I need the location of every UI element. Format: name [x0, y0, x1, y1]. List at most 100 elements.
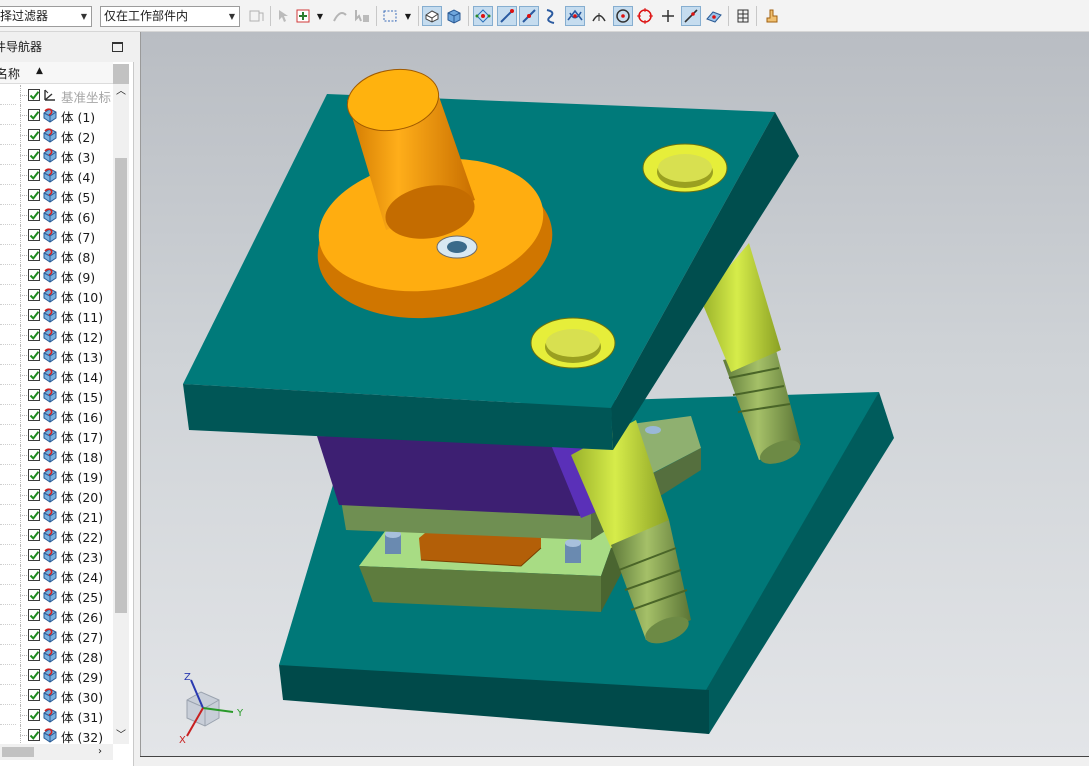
visibility-checkbox[interactable]	[28, 669, 40, 681]
visibility-checkbox[interactable]	[28, 389, 40, 401]
visibility-checkbox[interactable]	[28, 149, 40, 161]
select-tangent-button[interactable]	[330, 6, 350, 26]
selection-intent-button[interactable]	[294, 6, 314, 26]
maximize-icon[interactable]	[112, 42, 123, 52]
rectangle-select-button[interactable]	[380, 6, 400, 26]
visibility-checkbox[interactable]	[28, 369, 40, 381]
rectangle-select-dropdown[interactable]: ▼	[402, 6, 414, 26]
existing-point-button[interactable]	[658, 6, 678, 26]
tree-row[interactable]: 体 (21)	[0, 505, 112, 525]
select-features-button[interactable]	[352, 6, 372, 26]
visibility-checkbox[interactable]	[28, 609, 40, 621]
tree-row[interactable]: 体 (24)	[0, 565, 112, 585]
scroll-right-icon[interactable]: ›	[98, 744, 102, 760]
visibility-checkbox[interactable]	[28, 269, 40, 281]
tree-row[interactable]: 体 (5)	[0, 185, 112, 205]
visibility-checkbox[interactable]	[28, 629, 40, 641]
tree-row[interactable]: 体 (10)	[0, 285, 112, 305]
visibility-checkbox[interactable]	[28, 189, 40, 201]
visibility-checkbox[interactable]	[28, 429, 40, 441]
scrollbar-thumb[interactable]	[115, 158, 127, 613]
tree-row[interactable]: 体 (3)	[0, 145, 112, 165]
tree-row[interactable]: 体 (20)	[0, 485, 112, 505]
guide-pin-left[interactable]	[385, 530, 401, 554]
visibility-checkbox[interactable]	[28, 549, 40, 561]
visibility-checkbox[interactable]	[28, 169, 40, 181]
quickpick-button[interactable]	[762, 6, 782, 26]
tree-row[interactable]: 体 (14)	[0, 365, 112, 385]
visibility-checkbox[interactable]	[28, 109, 40, 121]
guide-bushing-front[interactable]	[530, 317, 616, 369]
visibility-checkbox[interactable]	[28, 689, 40, 701]
tree-row[interactable]: 体 (19)	[0, 465, 112, 485]
tree-row[interactable]: 体 (27)	[0, 625, 112, 645]
visibility-checkbox[interactable]	[28, 649, 40, 661]
point-on-face-button[interactable]	[704, 6, 724, 26]
tree-row[interactable]: 体 (22)	[0, 525, 112, 545]
point-filter-button[interactable]	[733, 6, 753, 26]
selection-intent-dropdown[interactable]: ▼	[314, 6, 326, 26]
type-filter-dropdown[interactable]: 择过滤器 ▼	[0, 6, 92, 27]
tree-row[interactable]: 体 (4)	[0, 165, 112, 185]
tree-row[interactable]: 体 (18)	[0, 445, 112, 465]
mid-point-button[interactable]	[519, 6, 539, 26]
tree-row[interactable]: 体 (11)	[0, 305, 112, 325]
visibility-checkbox[interactable]	[28, 249, 40, 261]
point-on-curve-button[interactable]	[681, 6, 701, 26]
intersection-point-button[interactable]	[565, 6, 585, 26]
tree-row[interactable]: 体 (17)	[0, 425, 112, 445]
scroll-up-icon[interactable]: ︿	[113, 84, 129, 100]
control-point-button[interactable]	[541, 6, 561, 26]
view-triad[interactable]: Z Y X	[179, 672, 244, 746]
filter-settings-button[interactable]	[246, 6, 266, 26]
visibility-checkbox[interactable]	[28, 89, 40, 101]
visibility-checkbox[interactable]	[28, 729, 40, 741]
visibility-checkbox[interactable]	[28, 449, 40, 461]
visibility-checkbox[interactable]	[28, 469, 40, 481]
tree-row[interactable]: 体 (7)	[0, 225, 112, 245]
circle-center-button[interactable]	[613, 6, 633, 26]
solid-body-button[interactable]	[444, 6, 464, 26]
scrollbar-thumb[interactable]	[2, 747, 34, 757]
tree-row[interactable]: 体 (15)	[0, 385, 112, 405]
visibility-checkbox[interactable]	[28, 509, 40, 521]
tree-row[interactable]: 体 (29)	[0, 665, 112, 685]
tree-row[interactable]: 体 (12)	[0, 325, 112, 345]
visibility-checkbox[interactable]	[28, 489, 40, 501]
visibility-checkbox[interactable]	[28, 309, 40, 321]
tree-row[interactable]: 体 (9)	[0, 265, 112, 285]
tree-row[interactable]: 体 (25)	[0, 585, 112, 605]
tree-row[interactable]: 体 (16)	[0, 405, 112, 425]
visibility-checkbox[interactable]	[28, 409, 40, 421]
guide-pin-right[interactable]	[565, 539, 581, 563]
tree-row[interactable]: 体 (31)	[0, 705, 112, 725]
tree-row[interactable]: 体 (8)	[0, 245, 112, 265]
deselect-button[interactable]	[274, 6, 294, 26]
tree-row[interactable]: 体 (2)	[0, 125, 112, 145]
visibility-checkbox[interactable]	[28, 709, 40, 721]
visibility-checkbox[interactable]	[28, 569, 40, 581]
visibility-checkbox[interactable]	[28, 329, 40, 341]
tree-row[interactable]: 体 (1)	[0, 105, 112, 125]
visibility-checkbox[interactable]	[28, 129, 40, 141]
visibility-checkbox[interactable]	[28, 349, 40, 361]
quadrant-point-button[interactable]	[635, 6, 655, 26]
tree-row[interactable]: 体 (23)	[0, 545, 112, 565]
visibility-checkbox[interactable]	[28, 529, 40, 541]
tree-row[interactable]: 体 (6)	[0, 205, 112, 225]
tree-row[interactable]: 体 (28)	[0, 645, 112, 665]
guide-bushing-rear[interactable]	[642, 143, 728, 193]
arc-center-button[interactable]	[589, 6, 609, 26]
die-set-model[interactable]: Z Y X	[141, 32, 1089, 756]
enable-snap-point-button[interactable]	[473, 6, 493, 26]
horizontal-scrollbar[interactable]: ›	[0, 744, 113, 760]
punch-body[interactable]	[317, 436, 621, 518]
show-hidden-button[interactable]	[422, 6, 442, 26]
tree-row[interactable]: 体 (30)	[0, 685, 112, 705]
scroll-down-icon[interactable]: ﹀	[113, 728, 129, 744]
tree-row[interactable]: 体 (26)	[0, 605, 112, 625]
visibility-checkbox[interactable]	[28, 589, 40, 601]
end-point-button[interactable]	[497, 6, 517, 26]
visibility-checkbox[interactable]	[28, 289, 40, 301]
visibility-checkbox[interactable]	[28, 209, 40, 221]
